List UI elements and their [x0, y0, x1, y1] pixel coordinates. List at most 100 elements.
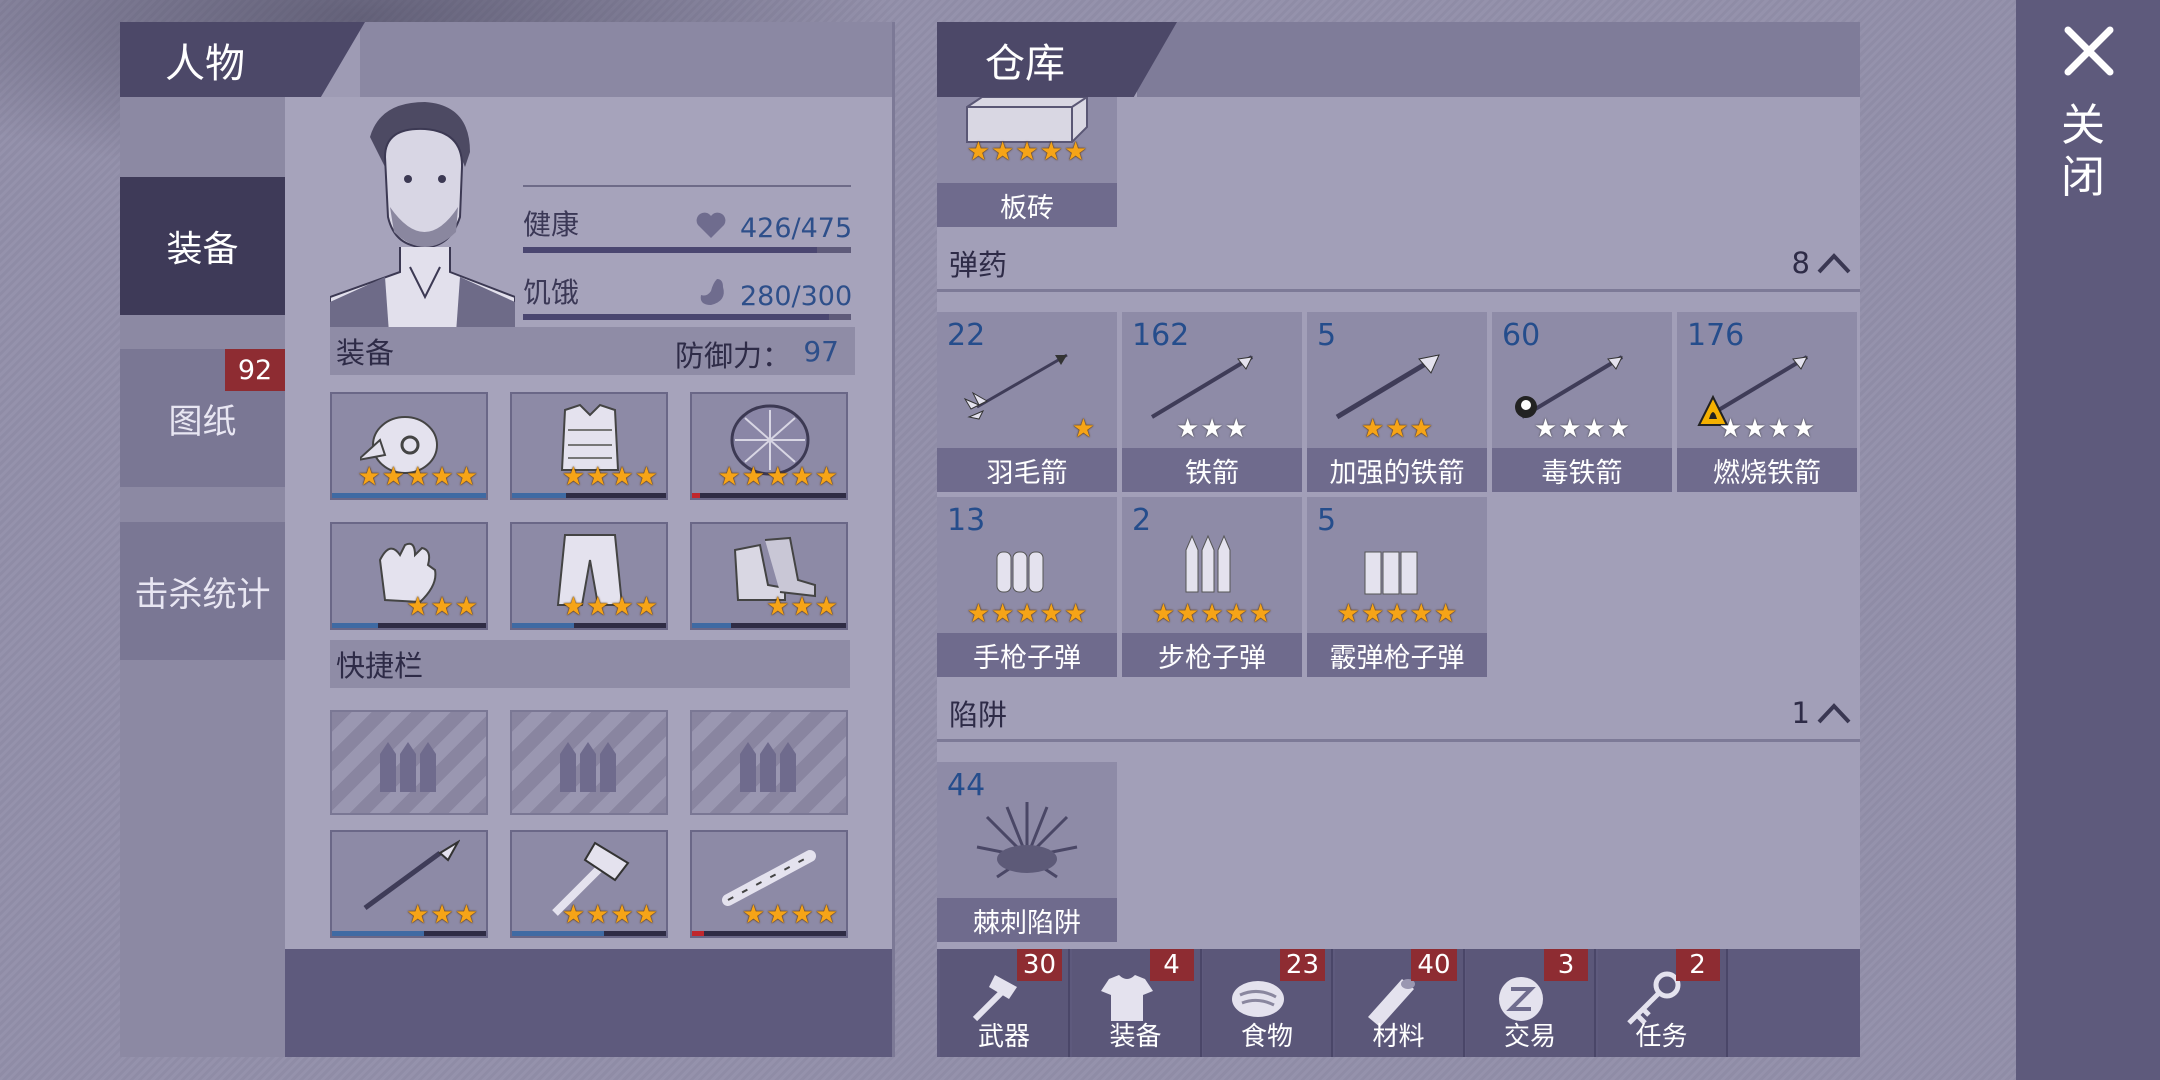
item-name: 棘刺陷阱: [937, 898, 1117, 942]
equipment-slot[interactable]: ★ ★ ★: [330, 830, 488, 938]
equipment-slot[interactable]: ★ ★ ★ ★: [510, 830, 668, 938]
item-stars: ★ ★ ★: [406, 902, 478, 928]
tab-label: 武器: [977, 1022, 1030, 1052]
item-stars: ★ ★ ★: [1307, 416, 1487, 442]
ammo-placeholder-icon: [560, 742, 616, 792]
durability-bar: [692, 493, 846, 498]
storage-item[interactable]: 2 ★ ★ ★ ★ ★ 步枪子弹: [1122, 497, 1302, 677]
storage-item[interactable]: 22 ★ 羽毛箭: [937, 312, 1117, 492]
hunger-value: 280/300: [740, 281, 853, 312]
gold-star-icon: ★: [1039, 137, 1063, 167]
chevron-up-icon[interactable]: [1816, 251, 1852, 275]
gold-star-icon: ★: [1039, 599, 1063, 629]
character-panel: 人物 装备 图纸 92 击杀统计 健康 426/475 饥饿 280/300 装…: [120, 22, 895, 1057]
spike-trap-icon: [976, 802, 1078, 879]
storage-item[interactable]: 13 ★ ★ ★ ★ ★ 手枪子弹: [937, 497, 1117, 677]
storage-item[interactable]: 5 ★ ★ ★ 加强的铁箭: [1307, 312, 1487, 492]
storage-item[interactable]: 5 ★ ★ ★ ★ ★ 霰弹枪子弹: [1307, 497, 1487, 677]
white-star-icon: ★: [1224, 414, 1248, 444]
defense-value: 97: [803, 335, 839, 368]
white-star-icon: ★: [1176, 414, 1200, 444]
storage-item-brick[interactable]: ★ ★ ★ ★ ★ 板砖: [937, 97, 1117, 227]
empty-hotbar-slot[interactable]: [510, 710, 668, 815]
durability-fill: [512, 493, 566, 498]
close-icon[interactable]: [2064, 26, 2114, 76]
white-star-icon: ★: [1533, 414, 1558, 444]
hunger-bar: [523, 314, 851, 320]
tab-kill-stats[interactable]: 击杀统计: [120, 522, 285, 660]
item-name: 加强的铁箭: [1307, 448, 1487, 492]
empty-hotbar-slot[interactable]: [330, 710, 488, 815]
item-name: 手枪子弹: [937, 633, 1117, 677]
gold-star-icon: ★: [790, 462, 814, 492]
white-star-icon: ★: [1606, 414, 1631, 444]
equipment-header: 装备 防御力： 97: [330, 327, 855, 375]
storage-item[interactable]: 60 ★ ★ ★ ★ 毒铁箭: [1492, 312, 1672, 492]
durability-bar: [332, 493, 486, 498]
item-stars: ★ ★ ★ ★ ★: [1307, 601, 1487, 627]
equipment-slot[interactable]: ★ ★ ★: [330, 522, 488, 630]
item-stars: ★ ★ ★ ★: [1492, 416, 1672, 442]
equipment-slot[interactable]: ★ ★ ★: [690, 522, 848, 630]
storage-tab-5[interactable]: 2 任务: [1597, 949, 1728, 1057]
gold-star-icon: ★: [741, 462, 766, 492]
category-name: 陷阱: [949, 698, 1008, 732]
item-name: 铁箭: [1122, 448, 1302, 492]
storage-item[interactable]: 162 ★ ★ ★ 铁箭: [1122, 312, 1302, 492]
tab-count-badge: 3: [1544, 949, 1588, 981]
gold-star-icon: ★: [790, 900, 814, 930]
equipment-slot[interactable]: ★ ★ ★ ★: [510, 392, 668, 500]
category-count: 8: [1791, 246, 1810, 280]
item-stars: ★ ★ ★ ★ ★: [357, 464, 478, 490]
gold-star-icon: ★: [610, 462, 634, 492]
durability-fill: [692, 623, 731, 628]
category-count: 1: [1791, 696, 1810, 730]
storage-item[interactable]: 176 ★ ★ ★ ★ 燃烧铁箭: [1677, 312, 1857, 492]
close-label[interactable]: 关闭: [2058, 100, 2108, 204]
close-column[interactable]: 关闭: [2016, 0, 2160, 1080]
white-star-icon: ★: [1767, 414, 1791, 444]
gold-star-icon: ★: [1336, 599, 1361, 629]
storage-tab-0[interactable]: 30 武器: [940, 949, 1070, 1057]
gold-star-icon: ★: [586, 462, 610, 492]
hunger-bar-fill: [523, 314, 830, 320]
item-stars: ★: [1072, 416, 1095, 442]
storage-item[interactable]: 44 棘刺陷阱: [937, 762, 1117, 942]
gold-star-icon: ★: [1433, 599, 1458, 629]
storage-tab-2[interactable]: 23 食物: [1203, 949, 1333, 1057]
category-ammo-header[interactable]: 弹药 8: [937, 237, 1860, 292]
gold-star-icon: ★: [1176, 599, 1200, 629]
equipment-slot[interactable]: ★ ★ ★ ★ ★: [690, 392, 848, 500]
side-tabs: 装备 图纸 92 击杀统计: [120, 97, 285, 1057]
equipment-slot[interactable]: ★ ★ ★ ★ ★: [330, 392, 488, 500]
equipment-slot[interactable]: ★ ★ ★ ★: [510, 522, 668, 630]
item-stars: ★ ★ ★ ★: [742, 902, 838, 928]
title-bar: [360, 22, 892, 97]
item-name: 步枪子弹: [1122, 633, 1302, 677]
gold-star-icon: ★: [634, 900, 658, 930]
gold-star-icon: ★: [1015, 137, 1039, 167]
category-traps-header[interactable]: 陷阱 1: [937, 687, 1860, 742]
gold-star-icon: ★: [766, 462, 790, 492]
gold-star-icon: ★: [1385, 414, 1409, 444]
character-portrait: [330, 97, 515, 347]
item-stars: ★ ★ ★ ★: [562, 594, 658, 620]
empty-hotbar-slot[interactable]: [690, 710, 848, 815]
durability-bar: [332, 623, 486, 628]
tab-label: 食物: [1240, 1022, 1293, 1052]
tab-label: 装备: [1109, 1022, 1162, 1052]
storage-tab-4[interactable]: 3 交易: [1466, 949, 1596, 1057]
gold-star-icon: ★: [991, 137, 1015, 167]
chevron-up-icon[interactable]: [1816, 701, 1852, 725]
storage-tab-1[interactable]: 4 装备: [1071, 949, 1202, 1057]
gold-star-icon: ★: [814, 900, 838, 930]
storage-tab-3[interactable]: 40 材料: [1334, 949, 1465, 1057]
heart-icon: [696, 212, 726, 238]
equipment-slot[interactable]: ★ ★ ★ ★: [690, 830, 848, 938]
gold-star-icon: ★: [561, 900, 586, 930]
tab-equipment[interactable]: 装备: [120, 177, 285, 315]
gold-star-icon: ★: [634, 592, 658, 622]
item-stars: ★ ★ ★: [1122, 416, 1302, 442]
gold-star-icon: ★: [1361, 599, 1385, 629]
gold-star-icon: ★: [586, 900, 610, 930]
